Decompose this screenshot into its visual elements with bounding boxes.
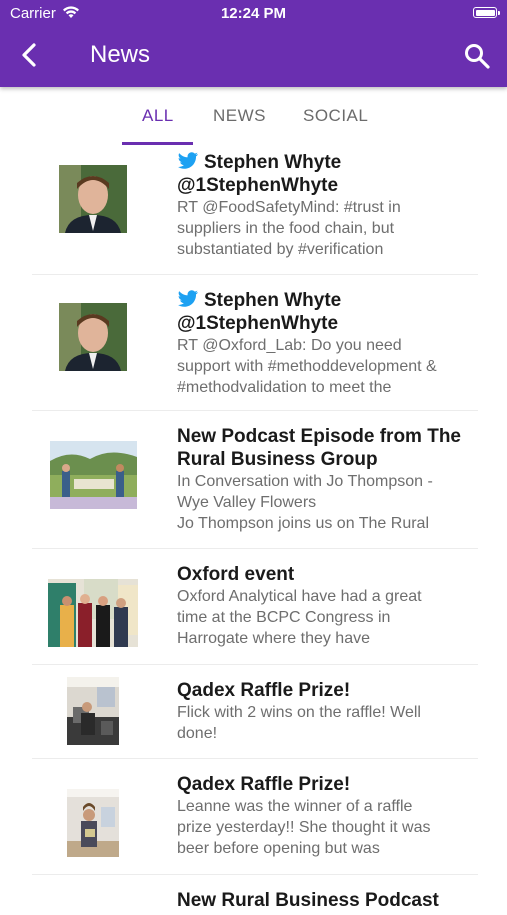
item-title: Oxford event (177, 564, 295, 585)
item-summary: Flick with 2 wins on the raffle! Well do… (177, 704, 421, 742)
list-item[interactable]: Qadex Raffle Prize! Flick with 2 wins on… (32, 665, 478, 759)
page-title: News (90, 41, 151, 68)
twitter-icon (177, 152, 199, 169)
list-item[interactable]: Stephen Whyte @1StephenWhyte RT @Oxford_… (32, 275, 478, 411)
search-icon[interactable] (463, 42, 491, 70)
item-content: Stephen Whyte @1StephenWhyte RT @FoodSaf… (177, 151, 497, 260)
item-title-row: Stephen Whyte @1StephenWhyte (177, 151, 497, 197)
thumbnail-image (48, 579, 138, 647)
battery-icon (473, 7, 500, 18)
item-title: Qadex Raffle Prize! (177, 774, 351, 795)
item-title: New Rural Business Podcast (177, 890, 439, 911)
tab-news[interactable]: NEWS (213, 106, 266, 126)
item-summary: In Conversation with Jo Thompson - Wye V… (177, 473, 433, 532)
list-item[interactable]: New Podcast Episode from The Rural Busin… (32, 411, 478, 549)
item-content: New Rural Business Podcast (177, 889, 497, 912)
active-tab-indicator (122, 142, 193, 145)
list-item[interactable]: Stephen Whyte @1StephenWhyte RT @FoodSaf… (32, 147, 478, 275)
list-item[interactable]: Qadex Raffle Prize! Leanne was the winne… (32, 759, 478, 875)
clock: 12:24 PM (220, 5, 287, 22)
item-content: Qadex Raffle Prize! Flick with 2 wins on… (177, 679, 497, 744)
item-summary: Leanne was the winner of a raffle prize … (177, 798, 431, 857)
back-arrow-icon[interactable] (16, 40, 44, 70)
item-title-row: Stephen Whyte @1StephenWhyte (177, 289, 497, 335)
item-summary: Oxford Analytical have had a great time … (177, 588, 422, 647)
item-title: Stephen Whyte @1StephenWhyte (177, 290, 342, 334)
item-summary: RT @Oxford_Lab: Do you need support with… (177, 337, 437, 396)
tab-all[interactable]: ALL (142, 106, 174, 126)
item-title: New Podcast Episode from The Rural Busin… (177, 426, 461, 470)
twitter-icon (177, 290, 199, 307)
item-content: New Podcast Episode from The Rural Busin… (177, 425, 497, 534)
tab-social[interactable]: SOCIAL (303, 106, 368, 126)
list-item[interactable]: Oxford event Oxford Analytical have had … (32, 549, 478, 665)
thumbnail-image (67, 789, 119, 857)
list-item[interactable]: New Rural Business Podcast (32, 875, 478, 915)
avatar (59, 165, 127, 233)
avatar (59, 303, 127, 371)
tab-bar: ALL NEWS SOCIAL (0, 87, 507, 147)
status-bar: Carrier 12:24 PM (0, 0, 507, 28)
item-content: Qadex Raffle Prize! Leanne was the winne… (177, 773, 497, 859)
thumbnail-image (50, 441, 137, 509)
item-title: Qadex Raffle Prize! (177, 680, 351, 701)
thumbnail-image (67, 677, 119, 745)
item-content: Stephen Whyte @1StephenWhyte RT @Oxford_… (177, 289, 497, 398)
item-title: Stephen Whyte @1StephenWhyte (177, 152, 342, 196)
item-content: Oxford event Oxford Analytical have had … (177, 563, 497, 649)
app-header: Carrier 12:24 PM News (0, 0, 507, 87)
item-summary: RT @FoodSafetyMind: #trust in suppliers … (177, 199, 401, 258)
